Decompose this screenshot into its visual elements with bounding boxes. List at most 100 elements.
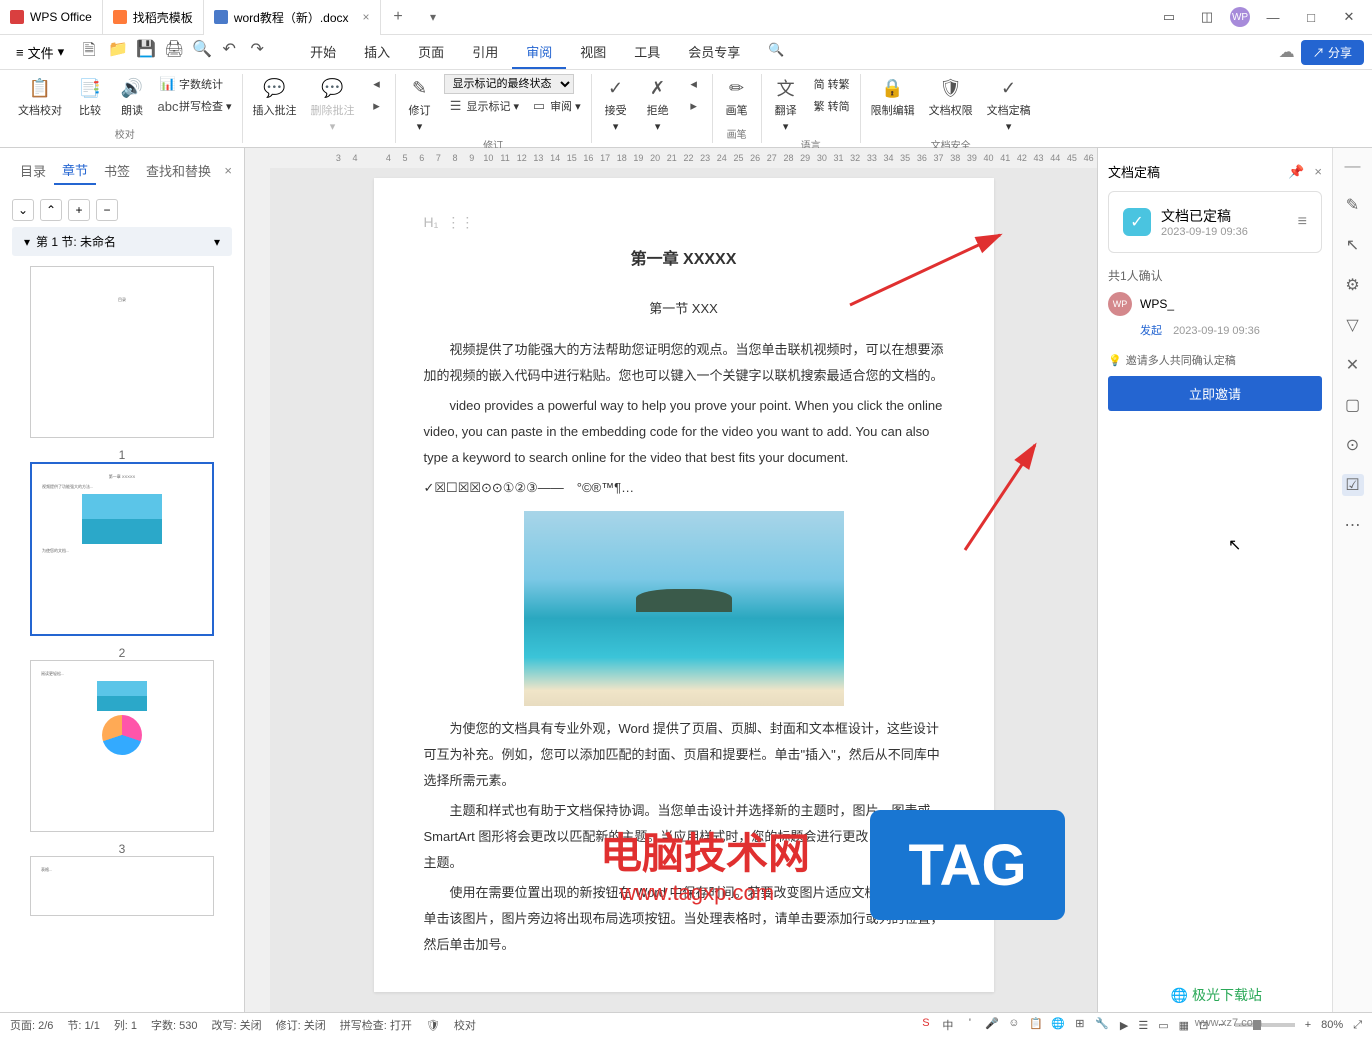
status-proof[interactable]: 校对 <box>454 1017 476 1033</box>
file-menu[interactable]: ≡ 文件 ▾ <box>8 39 72 66</box>
add-section-button[interactable]: + <box>68 199 90 221</box>
settings-tool-icon[interactable]: ⚙ <box>1342 274 1364 296</box>
redo-icon[interactable]: ↷ <box>248 39 266 66</box>
ime-icon[interactable]: S <box>918 1017 934 1033</box>
shield-icon[interactable]: 🛡 <box>426 1019 440 1032</box>
fullscreen-icon[interactable]: ⤢ <box>1353 1019 1362 1032</box>
doc-symbols[interactable]: ✓☒☐☒☒⊙⊙①②③—— °©®™¶… <box>424 475 944 501</box>
zoom-in-icon[interactable]: + <box>1305 1019 1311 1031</box>
translate-button[interactable]: 文翻译 ▾ <box>768 74 804 135</box>
search-icon[interactable]: 🔍 <box>754 36 798 69</box>
nav-tab-toc[interactable]: 目录 <box>12 157 54 184</box>
tool-icon[interactable]: 🔧 <box>1094 1017 1110 1033</box>
doc-finalize-button[interactable]: ✓文档定稿 ▾ <box>983 74 1035 135</box>
add-tab-button[interactable]: + <box>381 8 416 26</box>
minimize-button[interactable]: — <box>1258 2 1288 32</box>
pen-button[interactable]: ✏画笔 <box>719 74 755 120</box>
menu-start[interactable]: 开始 <box>296 36 350 69</box>
close-nav-icon[interactable]: × <box>224 163 232 178</box>
track-button[interactable]: ✎修订 ▾ <box>402 74 438 135</box>
doc-paragraph[interactable]: 视频提供了功能强大的方法帮助您证明您的观点。当您单击联机视频时，可以在想要添加的… <box>424 337 944 389</box>
menu-member[interactable]: 会员专享 <box>674 36 754 69</box>
status-revision[interactable]: 修订: 关闭 <box>276 1017 326 1033</box>
tab-menu-button[interactable]: ▾ <box>416 10 451 24</box>
save-icon[interactable]: 💾 <box>136 39 154 66</box>
tab-document[interactable]: word教程（新）.docx × <box>204 0 381 35</box>
section-header[interactable]: ▾ 第 1 节: 未命名 ▾ <box>12 227 232 256</box>
grid-icon[interactable]: ⊞ <box>1072 1017 1088 1033</box>
zoom-level[interactable]: 80% <box>1321 1019 1343 1031</box>
nav-tab-bookmark[interactable]: 书签 <box>96 157 138 184</box>
avatar[interactable]: WP <box>1230 7 1250 27</box>
status-column[interactable]: 列: 1 <box>114 1017 137 1033</box>
edit-tool-icon[interactable]: ✎ <box>1342 194 1364 216</box>
select-tool-icon[interactable]: ↖ <box>1342 234 1364 256</box>
wordcount-button[interactable]: 📊字数统计 <box>156 74 236 94</box>
close-button[interactable]: ✕ <box>1334 2 1364 32</box>
more-tool-icon[interactable]: ⋯ <box>1342 514 1364 536</box>
thumbnail-page[interactable]: 阅读更轻松... <box>30 660 214 832</box>
doc-proof-button[interactable]: 📋文档校对 <box>14 74 66 120</box>
clipboard-icon[interactable]: 📋 <box>1028 1017 1044 1033</box>
thumbnail-page[interactable]: 表格... <box>30 856 214 916</box>
close-tab-icon[interactable]: × <box>363 10 370 24</box>
tools-icon[interactable]: ✕ <box>1342 354 1364 376</box>
punct-icon[interactable]: ' <box>962 1017 978 1033</box>
doc-heading-2[interactable]: 第一节 XXX <box>424 296 944 322</box>
doc-paragraph[interactable]: 为使您的文档具有专业外观，Word 提供了页眉、页脚、封面和文本框设计，这些设计… <box>424 716 944 794</box>
reject-button[interactable]: ✗拒绝 ▾ <box>640 74 676 135</box>
tab-wps[interactable]: WPS Office <box>0 0 103 35</box>
thumbnail-page[interactable]: 第一章 XXXXX视频提供了功能强大的方法...为使您的文档... <box>30 462 214 636</box>
remove-section-button[interactable]: − <box>96 199 118 221</box>
read-button[interactable]: 🔊朗读 <box>114 74 150 120</box>
insert-comment-button[interactable]: 💬插入批注 <box>249 74 301 120</box>
review-pane-button[interactable]: ▭审阅 ▾ <box>527 96 585 116</box>
status-page[interactable]: 页面: 2/6 <box>10 1017 53 1033</box>
close-panel-icon[interactable]: × <box>1314 164 1322 180</box>
cloud-icon[interactable]: ☁ <box>1279 42 1295 62</box>
menu-view[interactable]: 视图 <box>566 36 620 69</box>
markup-select[interactable]: 显示标记的最终状态 <box>444 74 574 94</box>
collapse-sidebar-icon[interactable]: — <box>1345 158 1361 176</box>
preview-icon[interactable]: 🔍 <box>192 39 210 66</box>
invite-button[interactable]: 立即邀请 <box>1108 376 1322 411</box>
doc-heading-1[interactable]: 第一章 XXXXX <box>424 244 944 276</box>
restrict-edit-button[interactable]: 🔒限制编辑 <box>867 74 919 120</box>
view-mode-icon[interactable]: ▦ <box>1179 1019 1189 1032</box>
menu-tools[interactable]: 工具 <box>620 36 674 69</box>
pin-icon[interactable]: 📌 <box>1288 164 1304 180</box>
open-icon[interactable]: 📁 <box>108 39 126 66</box>
bookmark-tool-icon[interactable]: ▢ <box>1342 394 1364 416</box>
view-mode-icon[interactable]: ☰ <box>1138 1019 1148 1032</box>
new-icon[interactable]: 🗎 <box>80 39 98 66</box>
menu-review[interactable]: 审阅 <box>512 36 566 69</box>
nav-tab-find[interactable]: 查找和替换 <box>138 157 219 184</box>
undo-icon[interactable]: ↶ <box>220 39 238 66</box>
collapse-button[interactable]: ⌄ <box>12 199 34 221</box>
view-mode-icon[interactable]: ▭ <box>1158 1019 1168 1032</box>
compare-button[interactable]: 📑比较 <box>72 74 108 120</box>
menu-insert[interactable]: 插入 <box>350 36 404 69</box>
play-icon[interactable]: ▶ <box>1120 1019 1128 1032</box>
menu-reference[interactable]: 引用 <box>458 36 512 69</box>
accept-button[interactable]: ✓接受 ▾ <box>598 74 634 135</box>
finalize-tool-icon[interactable]: ☑ <box>1342 474 1364 496</box>
lang-icon[interactable]: 中 <box>940 1017 956 1033</box>
print-icon[interactable]: 🖨 <box>164 39 182 66</box>
menu-icon[interactable]: ≡ <box>1298 213 1307 231</box>
menu-page[interactable]: 页面 <box>404 36 458 69</box>
panel-icon[interactable]: ▭ <box>1154 2 1184 32</box>
doc-image[interactable] <box>524 511 844 706</box>
show-markup-button[interactable]: ☰显示标记 ▾ <box>444 96 524 116</box>
cube-icon[interactable]: ◫ <box>1192 2 1222 32</box>
filter-tool-icon[interactable]: ▽ <box>1342 314 1364 336</box>
globe-icon[interactable]: 🌐 <box>1050 1017 1066 1033</box>
emoji-icon[interactable]: ☺ <box>1006 1017 1022 1033</box>
spellcheck-button[interactable]: abc拼写检查 ▾ <box>156 96 236 116</box>
status-spell[interactable]: 拼写检查: 打开 <box>340 1017 412 1033</box>
nav-tab-chapter[interactable]: 章节 <box>54 156 96 185</box>
maximize-button[interactable]: □ <box>1296 2 1326 32</box>
status-section[interactable]: 节: 1/1 <box>67 1017 99 1033</box>
tab-template[interactable]: 找稻壳模板 <box>103 0 204 35</box>
share-button[interactable]: ↗ 分享 <box>1301 40 1364 65</box>
